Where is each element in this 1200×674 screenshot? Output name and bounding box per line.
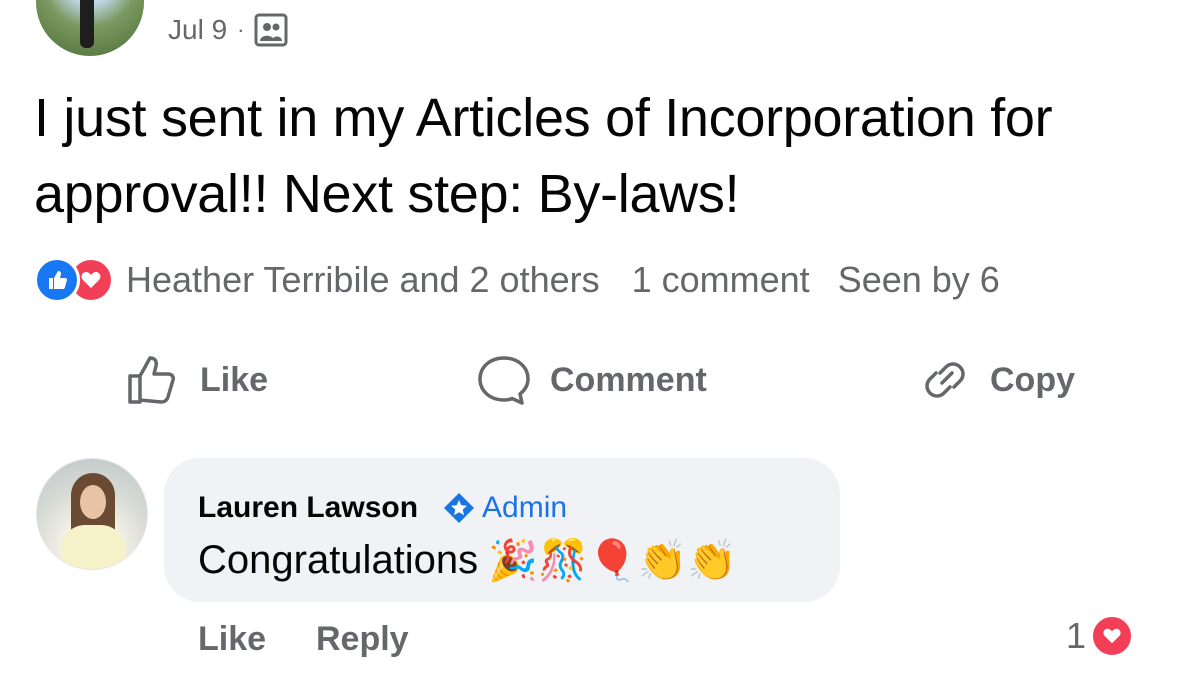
post-text: I just sent in my Articles of Incorporat… xyxy=(34,88,1053,224)
thumbs-up-icon xyxy=(128,356,175,404)
comment-button[interactable]: Comment xyxy=(476,348,707,412)
comment-text: Congratulations xyxy=(198,537,479,582)
avatar-body xyxy=(61,525,125,569)
post-date[interactable]: Jul 9 xyxy=(168,14,227,46)
copy-label: Copy xyxy=(990,360,1075,399)
post-meta: Jul 9 · xyxy=(168,12,288,48)
group-icon xyxy=(254,13,288,47)
avatar-figure xyxy=(80,0,94,48)
comment-author-line: Lauren Lawson Admin xyxy=(198,486,567,530)
comment-bubble-icon xyxy=(478,356,530,405)
love-icon xyxy=(1090,614,1135,658)
copy-button[interactable]: Copy xyxy=(918,348,1075,412)
like-icon xyxy=(34,257,80,303)
comment-text-line: Congratulations 🎉🎊🎈👏👏 xyxy=(198,532,737,588)
admin-badge[interactable]: Admin xyxy=(442,491,567,525)
comment-like-button[interactable]: Like xyxy=(198,614,266,664)
comment-author-avatar[interactable] xyxy=(36,458,148,570)
comment-count[interactable]: 1 comment xyxy=(632,259,810,301)
reaction-icons[interactable] xyxy=(34,257,114,303)
seen-by[interactable]: Seen by 6 xyxy=(838,259,1000,301)
reactions-summary: Heather Terribile and 2 others 1 comment… xyxy=(34,254,1174,306)
link-icon xyxy=(925,362,965,398)
reactors-text[interactable]: Heather Terribile and 2 others xyxy=(126,259,600,301)
comment-author-name[interactable]: Lauren Lawson xyxy=(198,491,418,525)
post-author-avatar[interactable] xyxy=(36,0,144,56)
admin-badge-label: Admin xyxy=(482,491,568,524)
like-button[interactable]: Like xyxy=(126,348,268,412)
meta-separator: · xyxy=(237,17,245,42)
admin-badge-icon xyxy=(444,493,475,523)
avatar-face xyxy=(80,485,106,519)
comment-reactions[interactable]: 1 xyxy=(1066,610,1135,662)
comment-reply-button[interactable]: Reply xyxy=(316,614,409,664)
comment-label: Comment xyxy=(550,360,707,399)
comment-reaction-count: 1 xyxy=(1066,615,1087,656)
comment-emojis: 🎉🎊🎈👏👏 xyxy=(488,537,738,584)
like-label: Like xyxy=(200,360,269,399)
